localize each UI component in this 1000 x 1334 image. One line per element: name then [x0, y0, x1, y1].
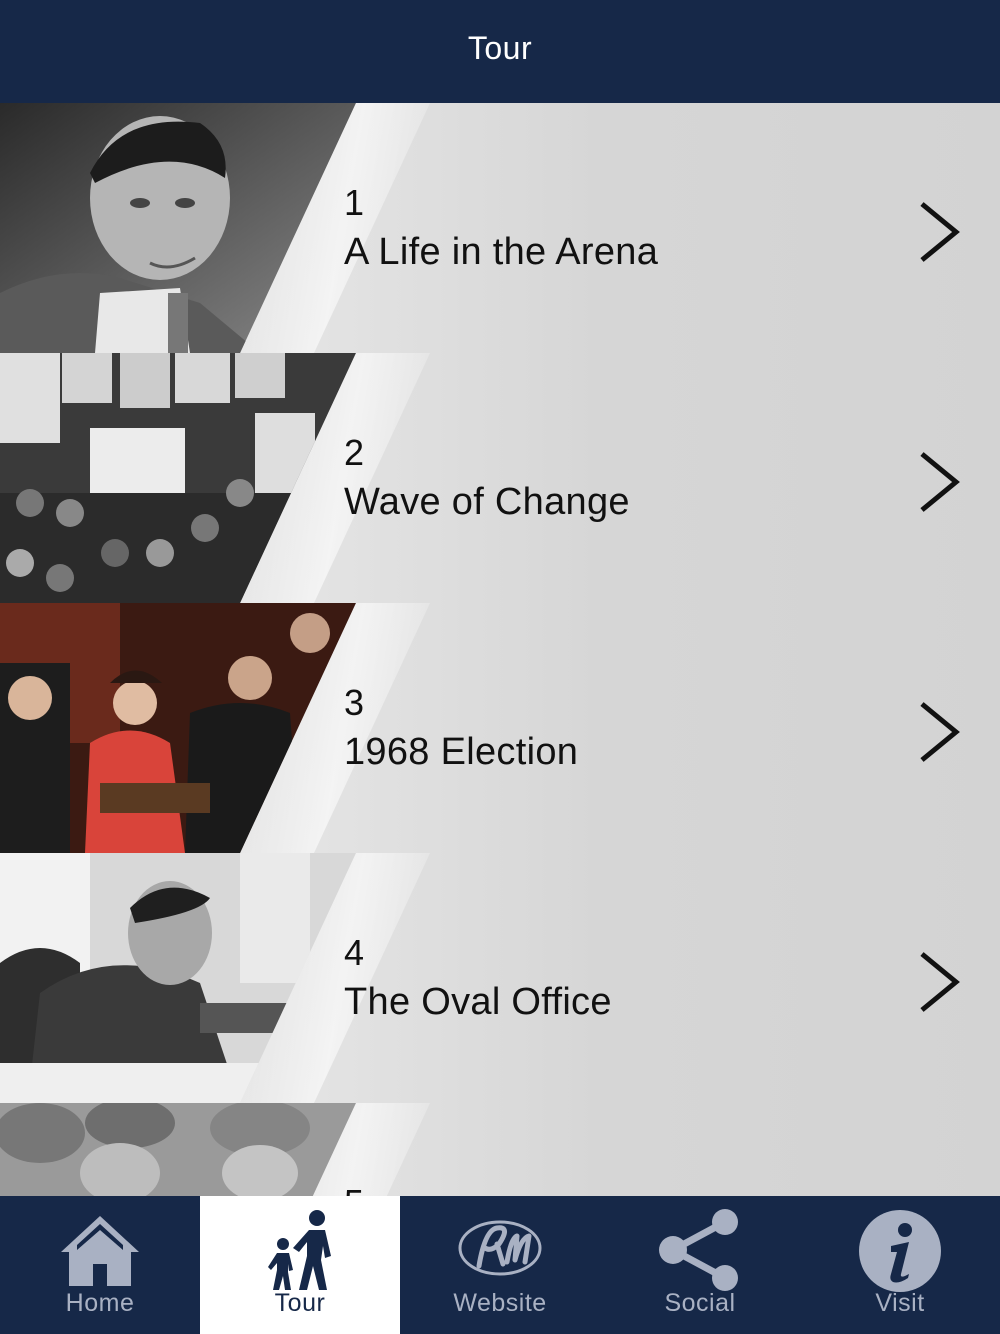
tab-label: Home — [65, 1289, 135, 1317]
tour-stop-title: 1968 Election — [344, 731, 579, 773]
info-icon — [855, 1208, 945, 1294]
walking-people-icon — [255, 1208, 345, 1294]
tour-stop-number: 4 — [344, 932, 365, 973]
tour-stop-number: 5 — [344, 1183, 364, 1197]
tour-stop-number: 2 — [344, 432, 365, 473]
nav-bar: Tour — [0, 0, 1000, 103]
tab-website[interactable]: Website — [400, 1196, 600, 1334]
tab-bar: Home Tour Website Social Visit — [0, 1196, 1000, 1334]
chevron-right-icon — [920, 452, 960, 512]
tab-social[interactable]: Social — [600, 1196, 800, 1334]
tour-stop-title: The Oval Office — [344, 981, 612, 1023]
tab-label: Visit — [875, 1289, 925, 1317]
house-icon — [55, 1208, 145, 1294]
tab-tour[interactable]: Tour — [200, 1196, 400, 1334]
tour-stop-number: 1 — [344, 182, 365, 223]
chevron-right-icon — [920, 202, 960, 262]
tour-row-3[interactable]: 3 1968 Election — [0, 603, 1000, 853]
tour-stop-title: Wave of Change — [344, 481, 630, 523]
soldiers-photo — [0, 1103, 356, 1196]
chevron-right-icon — [920, 952, 960, 1012]
tab-visit[interactable]: Visit — [800, 1196, 1000, 1334]
tour-stop-title: A Life in the Arena — [344, 231, 659, 273]
chevron-right-icon — [920, 702, 960, 762]
tour-list[interactable]: 1 A Life in the Arena 2 Wave of Change 3… — [0, 103, 1000, 1196]
tab-label: Social — [664, 1289, 736, 1317]
share-icon — [655, 1208, 745, 1294]
page-title: Tour — [467, 30, 533, 66]
tab-home[interactable]: Home — [0, 1196, 200, 1334]
rn-monogram-icon — [455, 1208, 545, 1294]
tour-row-2[interactable]: 2 Wave of Change — [0, 353, 1000, 603]
tour-stop-number: 3 — [344, 682, 365, 723]
tour-row-4[interactable]: 4 The Oval Office — [0, 853, 1000, 1103]
tab-label: Tour — [274, 1289, 326, 1317]
tour-row-1[interactable]: 1 A Life in the Arena — [0, 103, 1000, 353]
tour-row-5[interactable]: 5 — [0, 1103, 1000, 1196]
tab-label: Website — [453, 1289, 547, 1317]
